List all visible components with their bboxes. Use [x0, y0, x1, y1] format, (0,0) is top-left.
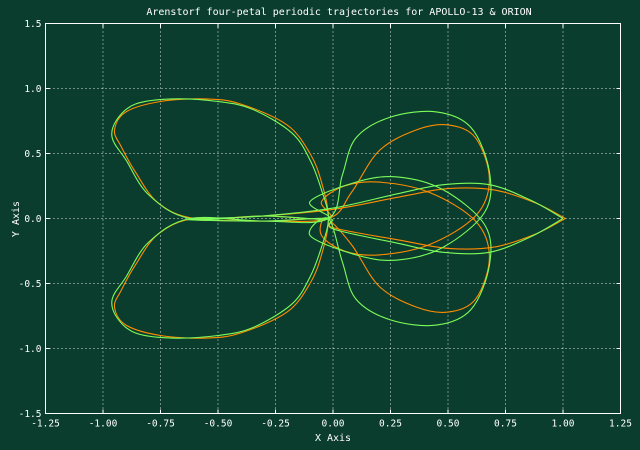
x-tick-label: 0.75 — [494, 419, 517, 430]
x-tick-label: 1.25 — [609, 419, 632, 430]
y-tick-label: -1.0 — [19, 344, 42, 355]
x-axis-label: X Axis — [315, 433, 351, 444]
x-tick-label: -1.00 — [89, 419, 118, 430]
x-tick-label: -0.75 — [146, 419, 175, 430]
chart: Arenstorf four-petal periodic trajectori… — [0, 0, 640, 450]
y-axis-label: Y Axis — [11, 201, 22, 237]
chart-background — [0, 0, 640, 450]
x-tick-label: 1.00 — [552, 419, 575, 430]
y-tick-label: 1.0 — [24, 84, 41, 95]
x-tick-label: 0.50 — [437, 419, 460, 430]
x-tick-label: 0.00 — [322, 419, 345, 430]
y-tick-label: 0.5 — [24, 149, 41, 160]
x-tick-label: 0.25 — [379, 419, 402, 430]
y-tick-label: -1.5 — [19, 409, 42, 420]
y-tick-label: 0.0 — [24, 214, 41, 225]
y-tick-label: 1.5 — [24, 19, 41, 30]
chart-title: Arenstorf four-petal periodic trajectori… — [146, 7, 531, 18]
x-tick-label: -1.25 — [31, 419, 60, 430]
x-tick-label: -0.50 — [204, 419, 233, 430]
x-tick-label: -0.25 — [261, 419, 290, 430]
y-tick-label: -0.5 — [19, 279, 42, 290]
